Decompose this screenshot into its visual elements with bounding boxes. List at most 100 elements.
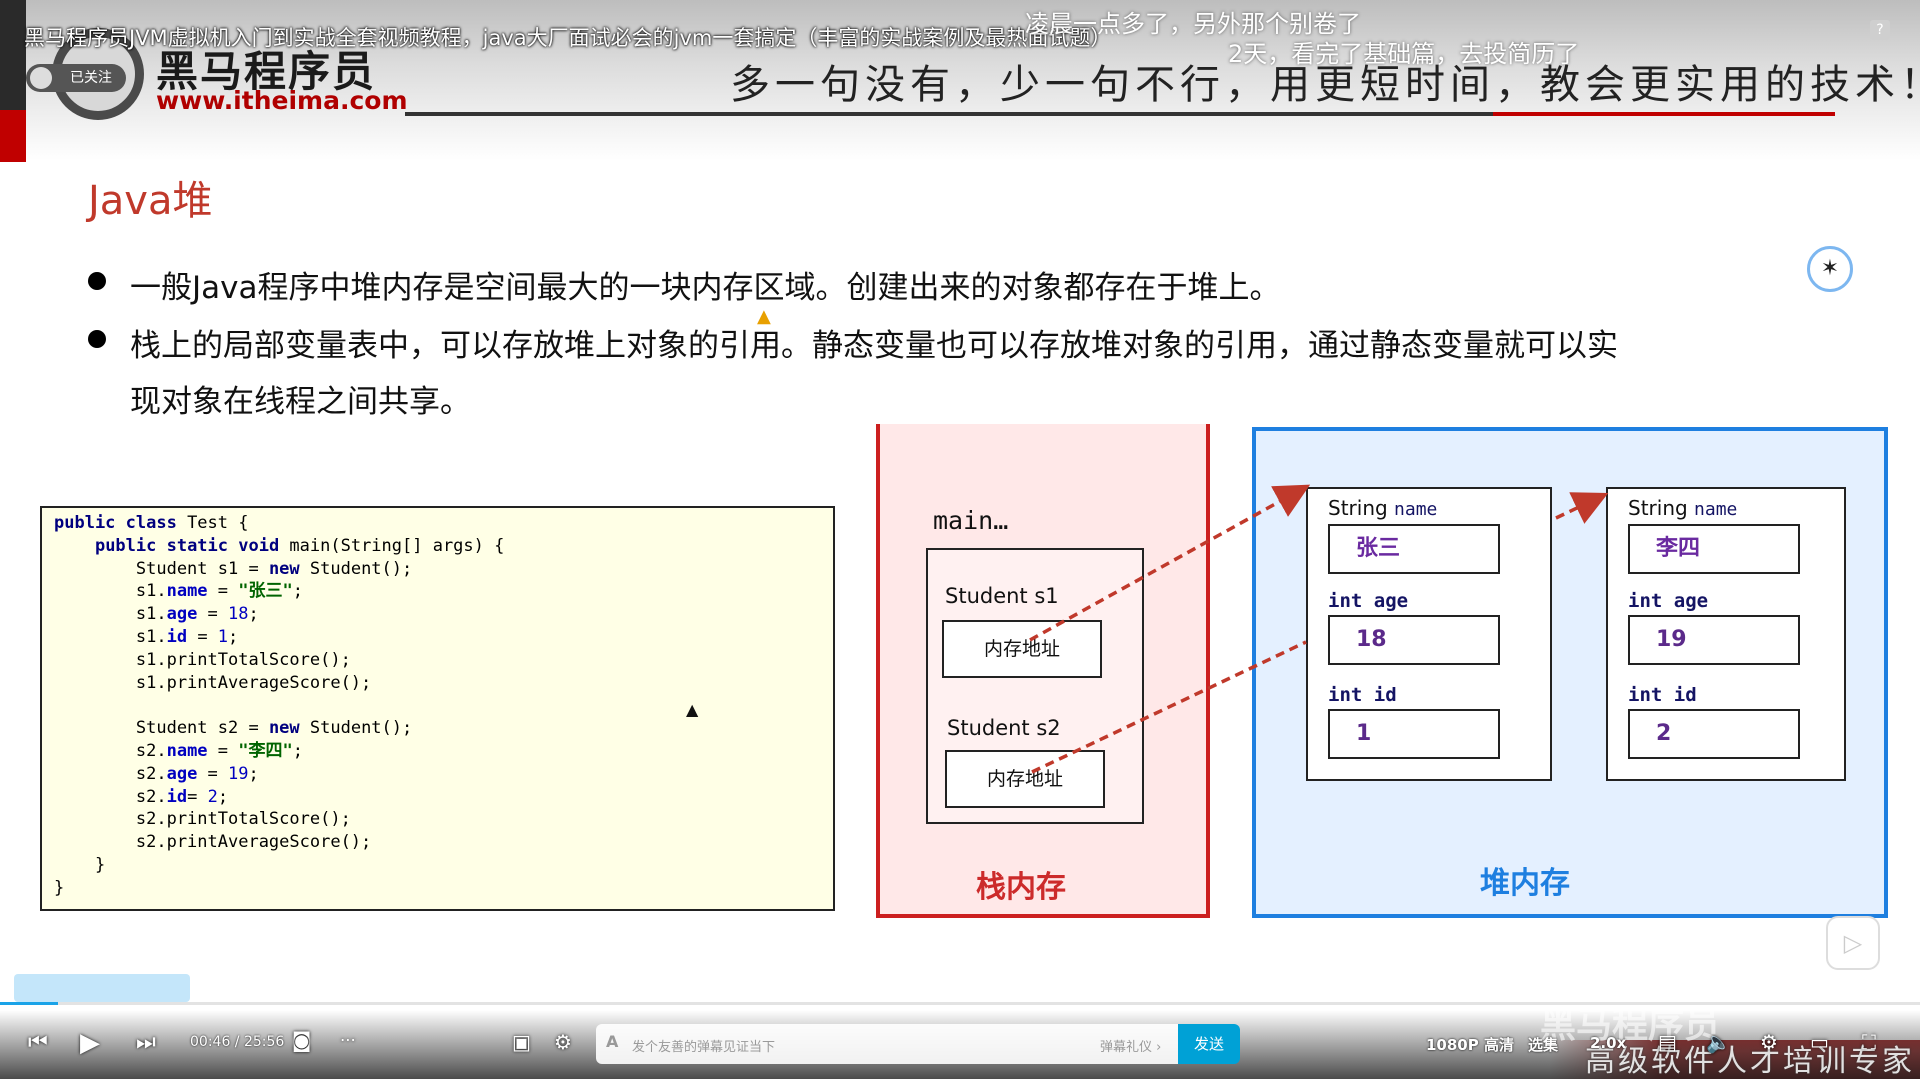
code-token: Student(); bbox=[299, 558, 413, 579]
reference-address-s2: 内存地址 bbox=[945, 750, 1105, 808]
fullscreen-icon[interactable]: ⛶ bbox=[1862, 1030, 1876, 1054]
code-token: s2. bbox=[54, 763, 167, 784]
reference-address-s1: 内存地址 bbox=[942, 620, 1102, 678]
camera-icon[interactable]: ◙ bbox=[292, 1028, 311, 1052]
bullet-dot-icon bbox=[88, 330, 106, 348]
code-token: new bbox=[268, 558, 300, 579]
field-label-id: int id bbox=[1328, 684, 1397, 706]
code-token: name bbox=[166, 581, 208, 602]
code-token: = bbox=[197, 763, 229, 784]
code-token: public class bbox=[54, 513, 177, 533]
code-token: = bbox=[187, 786, 208, 807]
danmaku-settings-icon[interactable]: ⚙ bbox=[554, 1030, 572, 1054]
settings-icon[interactable]: ⚙ bbox=[1760, 1030, 1778, 1054]
stack-frame-label: main… bbox=[933, 506, 1009, 535]
next-icon[interactable]: ⏭ bbox=[136, 1030, 156, 1055]
field-value-name: 李四 bbox=[1628, 524, 1800, 574]
field-value-age: 18 bbox=[1328, 615, 1500, 665]
code-listing: public class Test { public static void m… bbox=[54, 512, 504, 900]
mouse-pointer-icon: ▲ bbox=[686, 700, 699, 719]
danmaku-etiquette-link[interactable]: 弹幕礼仪 › bbox=[1100, 1036, 1161, 1055]
more-icon[interactable]: ⋯ bbox=[340, 1030, 356, 1049]
danmaku-toggle-icon[interactable]: ▣ bbox=[512, 1030, 531, 1054]
field-label-name: String name bbox=[1628, 496, 1737, 520]
code-token: s1. bbox=[54, 604, 167, 625]
code-token: ; bbox=[248, 604, 259, 625]
pip-icon[interactable]: ▭ bbox=[1810, 1030, 1829, 1054]
code-token: "张三" bbox=[238, 581, 293, 602]
code-token: s2.printTotalScore(); bbox=[54, 809, 351, 830]
slide-corner-strip bbox=[0, 0, 26, 110]
field-label-name: String name bbox=[1328, 496, 1437, 520]
field-value-age: 19 bbox=[1628, 615, 1800, 665]
code-token: s1.printTotalScore(); bbox=[54, 649, 351, 670]
code-token: } bbox=[54, 854, 106, 875]
slide-corner-red-block bbox=[0, 110, 26, 162]
code-token: age bbox=[166, 763, 198, 784]
code-token: 19 bbox=[228, 763, 249, 784]
local-variable-s1: Student s1 bbox=[945, 584, 1059, 608]
quality-selector[interactable]: 1080P 高清 bbox=[1426, 1034, 1514, 1055]
speed-selector[interactable]: 2.0x bbox=[1590, 1034, 1626, 1052]
field-type: String bbox=[1328, 496, 1388, 520]
code-token: public static void bbox=[94, 535, 280, 556]
code-token: ; bbox=[292, 740, 303, 761]
bullet-dot-icon bbox=[88, 272, 106, 290]
code-token: "李四" bbox=[238, 740, 293, 761]
field-value-name: 张三 bbox=[1328, 524, 1500, 574]
ai-assistant-icon[interactable]: ✶ bbox=[1807, 246, 1853, 292]
episodes-button[interactable]: 选集 bbox=[1528, 1034, 1558, 1055]
progress-fill[interactable] bbox=[0, 1002, 58, 1005]
local-variable-s2: Student s2 bbox=[947, 716, 1061, 740]
code-token: = bbox=[207, 740, 239, 761]
send-button[interactable]: 发送 bbox=[1178, 1024, 1240, 1064]
section-title: Java堆 bbox=[88, 178, 213, 224]
previous-icon[interactable]: ⏮ bbox=[28, 1030, 48, 1055]
mini-player-icon[interactable]: ▷ bbox=[1826, 916, 1880, 970]
field-value-id: 1 bbox=[1328, 709, 1500, 759]
volume-icon[interactable]: 🔈 bbox=[1706, 1030, 1731, 1054]
help-icon[interactable]: ? bbox=[1870, 20, 1890, 40]
code-token: ; bbox=[292, 581, 303, 602]
bullet-text: 栈上的局部变量表中，可以存放堆上对象的引用。静态变量也可以存放堆对象的引用，通过… bbox=[130, 328, 1618, 364]
bullet-text: 一般Java程序中堆内存是空间最大的一块内存区域。创建出来的对象都存在于堆上。 bbox=[130, 270, 1281, 306]
bullet-text-continued: 现对象在线程之间共享。 bbox=[130, 384, 471, 420]
subtitle-icon[interactable]: ▤ bbox=[1658, 1030, 1677, 1054]
code-token: id bbox=[166, 626, 188, 647]
follow-avatar-icon bbox=[30, 67, 52, 89]
code-token: 1 bbox=[217, 626, 229, 647]
stack-memory-title: 栈内存 bbox=[976, 870, 1066, 905]
playback-time: 00:46 / 25:56 bbox=[190, 1034, 285, 1050]
code-token: = bbox=[187, 626, 218, 647]
field-label-age: int age bbox=[1628, 590, 1709, 612]
danmaku-style-icon[interactable]: A bbox=[606, 1032, 618, 1051]
code-token: age bbox=[166, 604, 198, 625]
code-token: new bbox=[268, 718, 300, 739]
header-rule-accent bbox=[1493, 112, 1835, 116]
code-token: id bbox=[166, 786, 188, 807]
code-token: Test { bbox=[176, 513, 249, 533]
mouse-cursor-icon: ▲ bbox=[757, 306, 771, 327]
brand-url: www.itheima.com bbox=[156, 86, 408, 115]
play-icon[interactable]: ▶ bbox=[80, 1028, 100, 1058]
code-token: s2.printAverageScore(); bbox=[54, 832, 372, 853]
code-token: name bbox=[166, 740, 208, 761]
code-token: } bbox=[54, 877, 65, 898]
code-token: ; bbox=[228, 626, 239, 647]
heap-memory-title: 堆内存 bbox=[1480, 866, 1570, 901]
code-token: s2. bbox=[54, 740, 167, 761]
field-name: name bbox=[1394, 499, 1438, 520]
code-token: ; bbox=[217, 786, 229, 807]
code-token: Student s1 = bbox=[54, 558, 269, 579]
code-token: = bbox=[207, 581, 239, 602]
code-token: s1. bbox=[54, 626, 167, 647]
code-token: Student s2 = bbox=[54, 718, 269, 739]
code-token: = bbox=[197, 604, 229, 625]
code-token: s1.printAverageScore(); bbox=[54, 672, 372, 693]
danmaku-placeholder: 发个友善的弹幕见证当下 bbox=[632, 1040, 776, 1055]
field-type: String bbox=[1628, 496, 1688, 520]
field-label-id: int id bbox=[1628, 684, 1697, 706]
code-token: Student(); bbox=[299, 718, 413, 739]
header-rule bbox=[405, 112, 1495, 116]
